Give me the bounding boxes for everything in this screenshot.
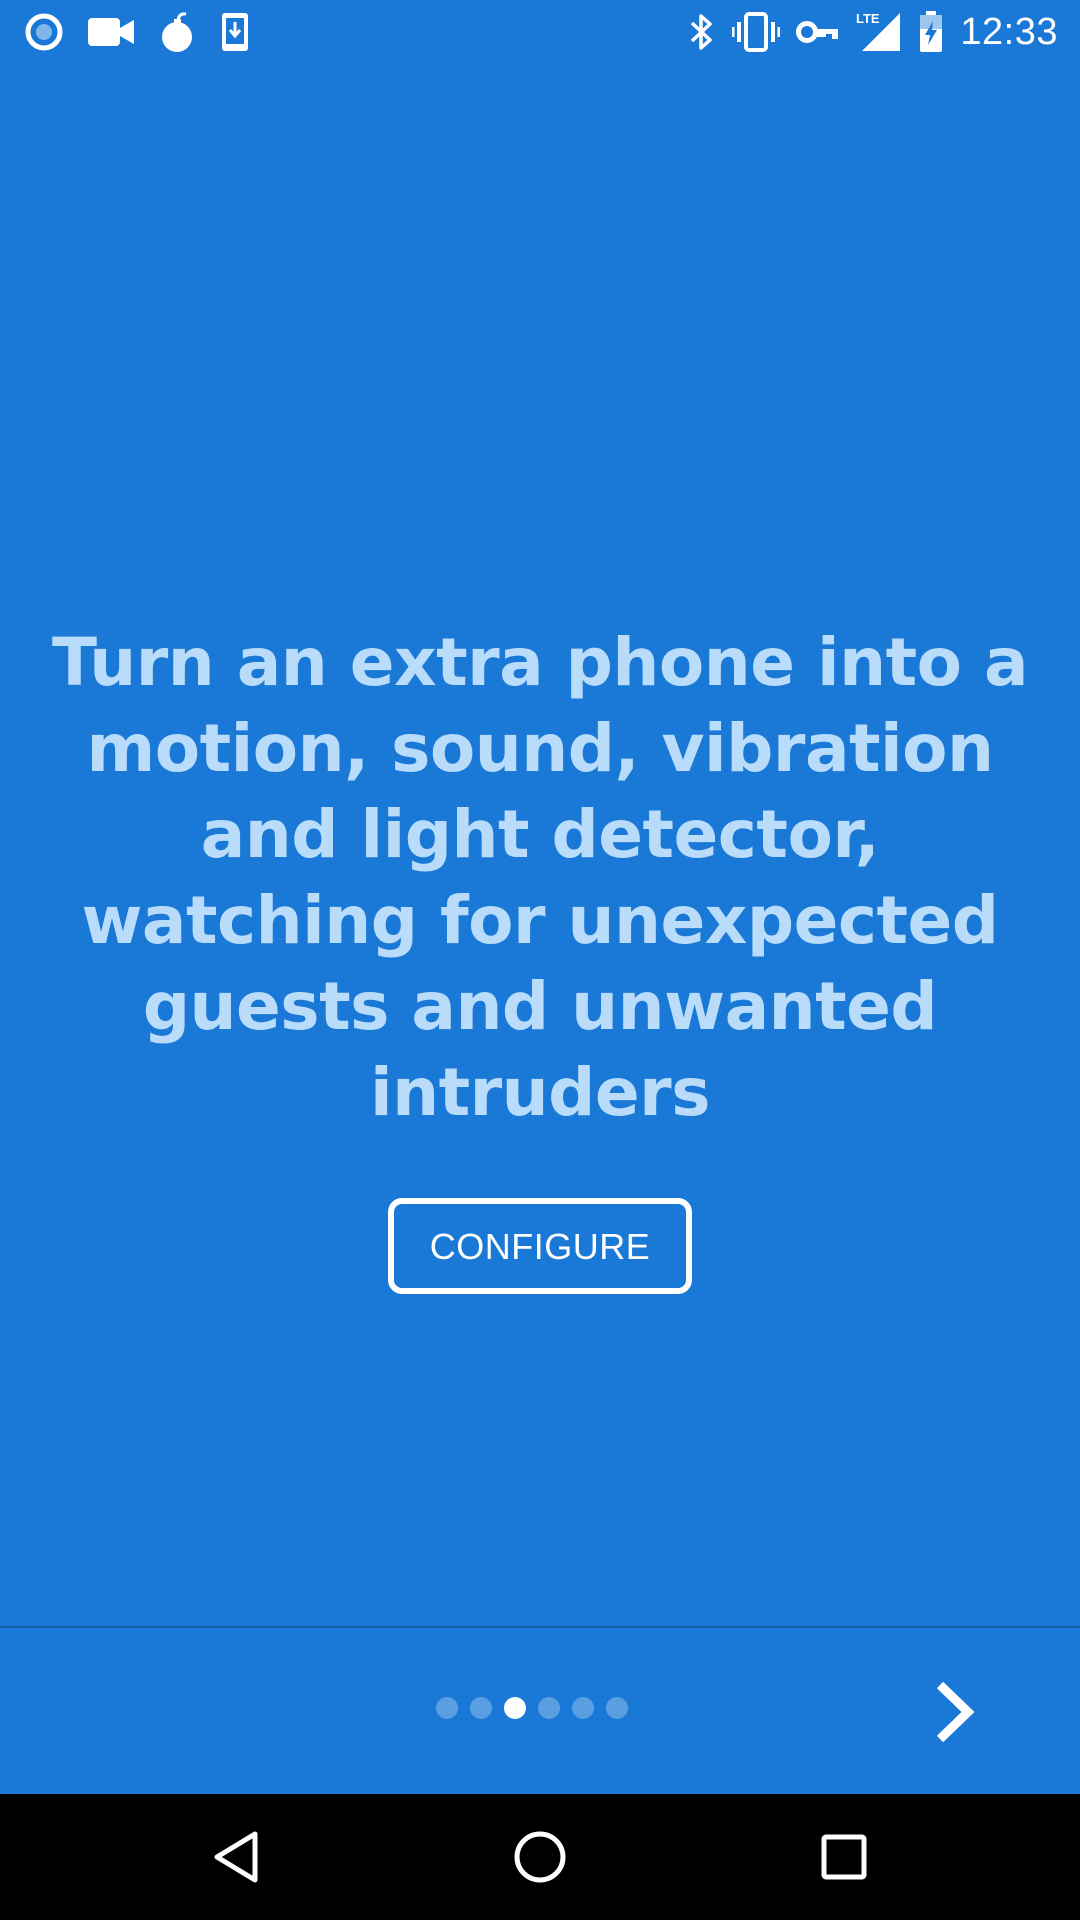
battery-charging-icon: [918, 11, 944, 53]
download-phone-icon: [220, 11, 250, 53]
recents-icon: [821, 1834, 867, 1880]
system-nav-bar: [0, 1794, 1080, 1920]
clock: 12:33: [960, 10, 1058, 53]
page-dot-5[interactable]: [572, 1697, 594, 1719]
video-camera-icon: [88, 16, 136, 48]
recents-button[interactable]: [814, 1827, 874, 1887]
lte-signal-icon: LTE: [856, 11, 902, 53]
page-dot-4[interactable]: [538, 1697, 560, 1719]
vibrate-icon: [732, 12, 781, 52]
status-bar: LTE 12:33: [0, 0, 1080, 64]
page-dot-6[interactable]: [606, 1697, 628, 1719]
chevron-right-icon: [936, 1681, 975, 1743]
configure-button[interactable]: CONFIGURE: [388, 1198, 692, 1294]
intro-screen: LTE 12:33 Turn an extra phone into a mot…: [0, 0, 1080, 1920]
back-icon: [214, 1831, 258, 1883]
bluetooth-icon: [686, 12, 716, 52]
home-button[interactable]: [510, 1827, 570, 1887]
vpn-key-icon: [796, 17, 840, 47]
page-dot-2[interactable]: [470, 1697, 492, 1719]
home-icon: [514, 1831, 566, 1883]
system-status-icons: LTE 12:33: [686, 8, 1058, 56]
next-button[interactable]: [920, 1674, 990, 1750]
intro-headline: Turn an extra phone into a motion, sound…: [51, 624, 1029, 1131]
page-navigation: [0, 1628, 1080, 1794]
notification-icons: [24, 8, 250, 56]
page-indicator: [436, 1697, 628, 1719]
page-dot-1[interactable]: [436, 1697, 458, 1719]
back-button[interactable]: [206, 1827, 266, 1887]
bomb-icon: [160, 11, 196, 53]
record-icon: [24, 12, 64, 52]
intro-content: Turn an extra phone into a motion, sound…: [40, 620, 1040, 1294]
page-dot-3[interactable]: [504, 1697, 526, 1719]
network-type-label: LTE: [856, 11, 880, 26]
